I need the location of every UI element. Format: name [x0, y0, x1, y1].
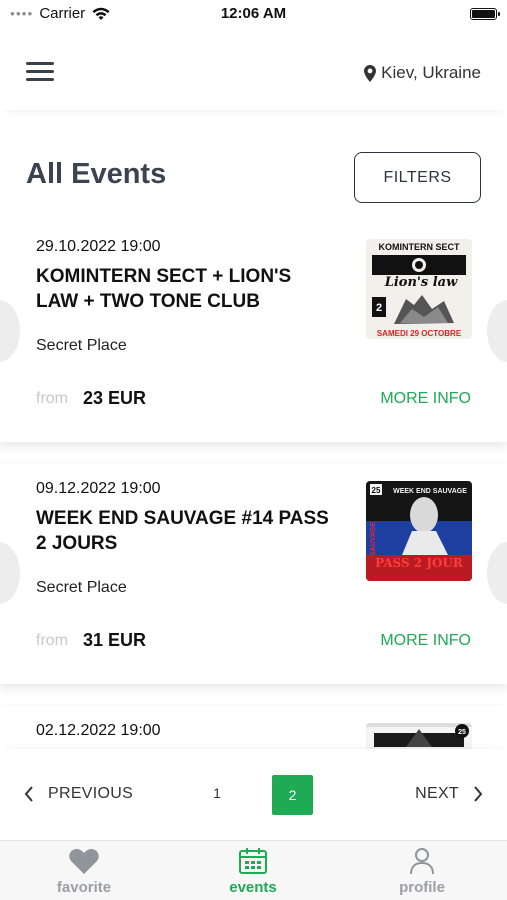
tab-label: profile [399, 879, 445, 896]
event-card[interactable]: 29.10.2022 19:00 KOMINTERN SECT + LION'S… [0, 222, 507, 442]
events-list[interactable]: 29.10.2022 19:00 KOMINTERN SECT + LION'S… [0, 222, 507, 749]
person-icon [410, 848, 434, 875]
event-card[interactable]: 09.12.2022 19:00 WEEK END SAUVAGE #14 PA… [0, 464, 507, 684]
title-row: All Events FILTERS [0, 150, 507, 204]
more-info-link[interactable]: MORE INFO [380, 632, 471, 650]
location-pin-icon [364, 64, 377, 82]
page-1-button[interactable]: 1 [204, 785, 230, 801]
event-poster-image[interactable]: 25 [366, 723, 472, 749]
event-title: KOMINTERN SECT + LION'S LAW + TWO TONE C… [36, 266, 292, 312]
svg-text:2: 2 [376, 302, 382, 314]
pagination: PREVIOUS 1 2 NEXT [0, 749, 507, 839]
poster-komintern: KOMINTERN SECT Lion's law 2 SAMEDI 29 OC… [366, 239, 472, 339]
event-poster-image[interactable]: 25 WEEK END SAUVAGE SAUVAGE PASS 2 JOUR [366, 481, 472, 581]
event-date: 02.12.2022 19:00 [36, 722, 161, 739]
price-from-label: from [36, 632, 68, 649]
poster-bottom-text: PASS 2 JOUR [375, 556, 464, 570]
carousel-edge-right [487, 542, 507, 604]
carousel-edge-left [0, 542, 20, 604]
calendar-icon [239, 848, 267, 874]
heart-icon [69, 849, 99, 874]
poster-badge-text: 25 [372, 486, 381, 495]
event-price: 31 EUR [83, 630, 147, 650]
page-title: All Events [26, 158, 167, 190]
event-price: 23 EUR [83, 388, 147, 408]
previous-label: PREVIOUS [48, 785, 134, 802]
hamburger-menu-icon[interactable] [26, 62, 56, 88]
status-bar: ●●●● Carrier 12:06 AM [0, 0, 507, 28]
tab-profile[interactable]: profile [362, 847, 482, 896]
events-screen: ●●●● Carrier 12:06 AM Kiev, Ukraine All … [0, 0, 507, 900]
filters-button[interactable]: FILTERS [354, 152, 481, 203]
poster-band-text: Lion's law [384, 275, 458, 290]
event-venue: Secret Place [36, 337, 127, 354]
poster-top-text: KOMINTERN SECT [379, 242, 461, 252]
poster-top-text: WEEK END SAUVAGE [393, 488, 467, 495]
poster-bottom-text: SAMEDI 29 OCTOBRE [377, 329, 462, 338]
poster-event-3: 25 [366, 723, 472, 749]
location-label: Kiev, Ukraine [381, 63, 481, 82]
battery-icon [470, 8, 500, 20]
location-selector[interactable]: Kiev, Ukraine [364, 63, 481, 83]
tab-label: favorite [56, 879, 112, 896]
tab-events[interactable]: events [193, 847, 313, 896]
price-from-label: from [36, 390, 68, 407]
event-poster-image[interactable]: KOMINTERN SECT Lion's law 2 SAMEDI 29 OC… [366, 239, 472, 339]
more-info-link[interactable]: MORE INFO [380, 390, 471, 408]
page-2-button-current[interactable]: 2 [272, 775, 313, 815]
carousel-edge-right [487, 300, 507, 362]
carousel-edge-left [0, 300, 20, 362]
poster-side-text: SAUVAGE [370, 522, 377, 556]
next-label: NEXT [415, 785, 459, 802]
poster-badge-text: 25 [458, 729, 466, 736]
event-date: 09.12.2022 19:00 [36, 480, 161, 497]
tab-label: events [229, 879, 277, 896]
app-header: Kiev, Ukraine [0, 40, 507, 110]
chevron-right-icon [474, 786, 483, 802]
event-date: 29.10.2022 19:00 [36, 238, 161, 255]
next-page-button[interactable]: NEXT [415, 785, 483, 803]
poster-weekend-sauvage: 25 WEEK END SAUVAGE SAUVAGE PASS 2 JOUR [366, 481, 472, 581]
chevron-left-icon [24, 786, 33, 802]
previous-page-button[interactable]: PREVIOUS [24, 785, 133, 803]
bottom-tab-bar: favorite events profile [0, 840, 507, 900]
status-time: 12:06 AM [220, 5, 287, 22]
tab-favorite[interactable]: favorite [24, 847, 144, 896]
event-title: WEEK END SAUVAGE #14 PASS 2 JOURS [36, 508, 329, 554]
event-venue: Secret Place [36, 579, 127, 596]
event-card[interactable]: 02.12.2022 19:00 25 [0, 706, 507, 749]
